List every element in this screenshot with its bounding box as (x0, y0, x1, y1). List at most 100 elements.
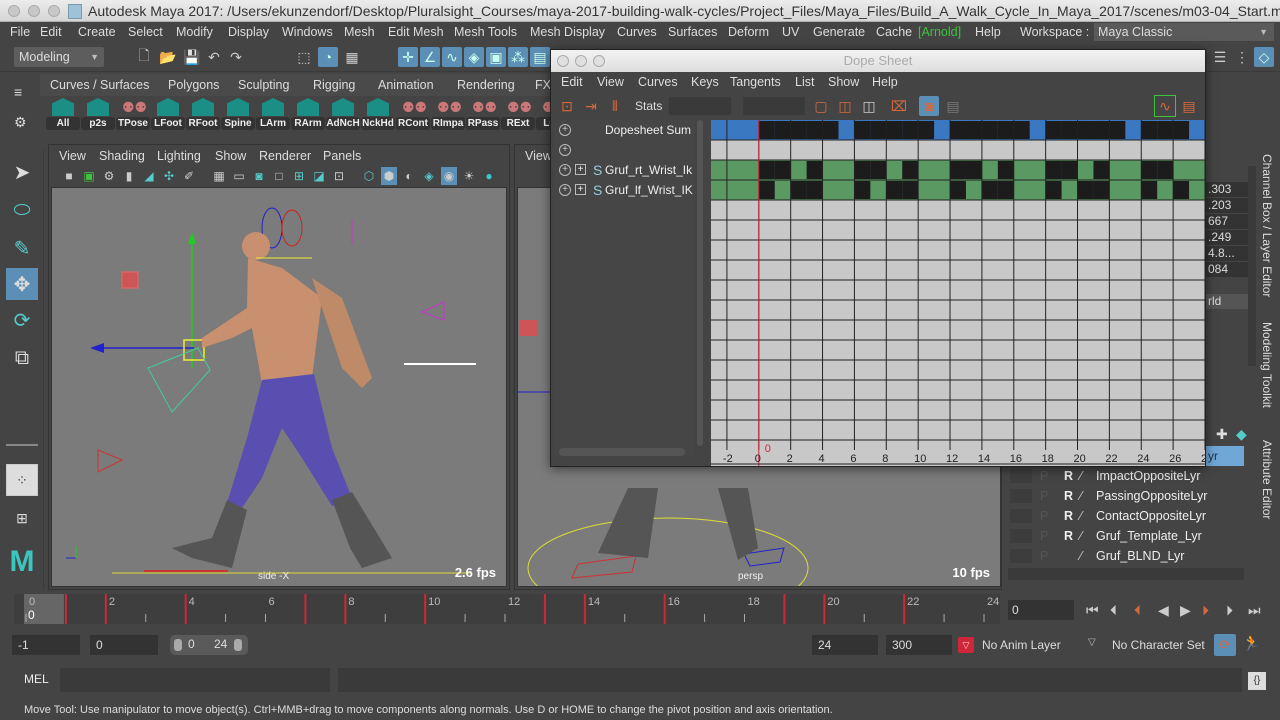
ds-menu-list[interactable]: List (795, 75, 814, 89)
menu-windows[interactable]: Windows (282, 22, 333, 42)
command-input[interactable] (60, 668, 330, 692)
shelf-button-lfoot[interactable]: LFoot (151, 96, 185, 130)
tab-polygons[interactable]: Polygons (168, 78, 219, 92)
script-editor-icon[interactable]: {} (1248, 672, 1266, 690)
shelf-button-spine[interactable]: Spine (221, 96, 255, 130)
vp-menu-view[interactable]: View (59, 149, 86, 163)
expand-plus-icon[interactable]: + (559, 164, 571, 176)
ds-row-empty[interactable]: + (555, 140, 695, 160)
tab-modeling-toolkit[interactable]: Modeling Toolkit (1260, 322, 1274, 408)
menu-mesh[interactable]: Mesh (344, 22, 375, 42)
shelf-button-tpose[interactable]: ⚉⚉ TPose (116, 96, 150, 130)
insert-key-tool-icon[interactable]: ⫴ (605, 96, 625, 116)
image-plane-icon[interactable]: ◢ (141, 167, 157, 185)
range-end-handle[interactable] (234, 639, 242, 651)
snap-point-icon[interactable]: ∿ (442, 47, 462, 67)
channel-box-toggle-icon[interactable]: ◇ (1254, 47, 1274, 67)
save-scene-icon[interactable]: 💾 (182, 47, 202, 67)
menu-arnold[interactable]: [Arnold] (918, 22, 961, 42)
smooth-shade-icon[interactable]: ⬢ (381, 167, 397, 185)
script-language-toggle[interactable]: MEL (24, 672, 49, 686)
character-set-dropdown[interactable]: No Character Set (1106, 635, 1210, 655)
vp-menu-panels[interactable]: Panels (323, 149, 361, 163)
textured-icon[interactable]: ◉ (441, 167, 457, 185)
new-scene-icon[interactable]: 🗋 (134, 47, 154, 67)
dope-sheet-graph[interactable]: 0 -2 0 2 4 6 8 10 12 14 16 18 20 22 24 26 2 (711, 120, 1205, 466)
shelf-button-nckhd[interactable]: NckHd (361, 96, 395, 130)
snap-projected-icon[interactable]: ◈ (464, 47, 484, 67)
layer-reference-toggle[interactable]: R (1064, 486, 1073, 506)
layer-reference-toggle[interactable]: R (1064, 526, 1073, 546)
undo-icon[interactable]: ↶ (204, 47, 224, 67)
play-forwards-icon[interactable]: ▶ (1180, 600, 1191, 620)
ds-menu-curves[interactable]: Curves (638, 75, 678, 89)
open-scene-icon[interactable]: 📂 (158, 47, 178, 67)
lights-icon[interactable]: ☀ (461, 167, 477, 185)
ds-menu-view[interactable]: View (597, 75, 624, 89)
anim-layer-icon[interactable]: ▽ (958, 637, 974, 653)
minimize-window-button[interactable] (575, 55, 587, 67)
zoom-window-button[interactable] (48, 5, 60, 17)
select-hierarchy-icon[interactable]: ⬚ (294, 47, 314, 67)
safe-action-icon[interactable]: ◪ (311, 167, 327, 185)
outliner-vscrollbar[interactable] (697, 120, 703, 446)
tab-rendering[interactable]: Rendering (457, 78, 515, 92)
graph-editor-open-icon[interactable]: ∿ (1154, 95, 1176, 117)
playback-end-field[interactable]: 24 (812, 635, 878, 655)
tab-fx[interactable]: FX (535, 78, 551, 92)
camera-icon[interactable]: ■ (61, 167, 77, 185)
step-back-key-icon[interactable]: ⏴ (1134, 600, 1141, 620)
move-key-tool-icon[interactable]: ⇥ (581, 96, 601, 116)
snap-view-plane-icon[interactable]: ▣ (486, 47, 506, 67)
menu-edit[interactable]: Edit (40, 22, 62, 42)
layer-visibility-toggle[interactable] (1010, 509, 1032, 523)
menu-uv[interactable]: UV (782, 22, 799, 42)
layer-visibility-toggle[interactable] (1010, 549, 1032, 563)
tab-sculpting[interactable]: Sculpting (238, 78, 289, 92)
select-tool-icon[interactable]: ➤ (6, 156, 38, 188)
menu-modify[interactable]: Modify (176, 22, 213, 42)
expand-box-icon[interactable]: + (575, 184, 586, 195)
viewport-side[interactable]: side -X 2.6 fps (51, 187, 507, 587)
grid-icon[interactable]: ▦ (211, 167, 227, 185)
shelf-button-all[interactable]: All (46, 96, 80, 130)
chevron-down-icon[interactable]: ▽ (1088, 637, 1096, 648)
menu-create[interactable]: Create (78, 22, 116, 42)
ds-menu-tangents[interactable]: Tangents (730, 75, 781, 89)
bookmark-icon[interactable]: ▮ (121, 167, 137, 185)
camera-attributes-icon[interactable]: ⚙ (101, 167, 117, 185)
tab-animation[interactable]: Animation (378, 78, 434, 92)
menu-mesh-display[interactable]: Mesh Display (530, 22, 605, 42)
channel-value[interactable]: 084 (1206, 262, 1248, 277)
shelf-button-rfoot[interactable]: RFoot (186, 96, 220, 130)
ds-menu-help[interactable]: Help (872, 75, 898, 89)
gate-mask-icon[interactable]: □ (271, 167, 287, 185)
layer-hscrollbar[interactable] (1008, 568, 1244, 580)
time-slider[interactable]: 0 2 4 6 8 10 12 14 16 18 20 22 24 0 (14, 594, 1025, 624)
layer-row[interactable]: P R ⁄ ImpactOppositeLyr (1004, 466, 1244, 486)
resolution-gate-icon[interactable]: ◙ (251, 167, 267, 185)
time-editor-icon[interactable]: ▤ (943, 96, 963, 116)
film-gate-icon[interactable]: ▭ (231, 167, 247, 185)
four-view-layout-icon[interactable]: ⊞ (6, 502, 38, 534)
animation-end-field[interactable]: 300 (886, 635, 952, 655)
input-output-icon[interactable]: ▤ (530, 47, 550, 67)
workspace-dropdown[interactable]: Maya Classic ▼ (1094, 23, 1274, 41)
anim-layer-dropdown[interactable]: No Anim Layer (976, 635, 1076, 655)
lasso-tool-icon[interactable]: ⬭ (6, 194, 38, 226)
ds-row-lf-wrist[interactable]: + + S Gruf_lf_Wrist_IK (555, 180, 695, 200)
shelf-button-rpass[interactable]: ⚉⚉ RPass (466, 96, 500, 130)
trax-editor-icon[interactable]: ▤ (1179, 96, 1199, 116)
current-frame-field[interactable]: 0 (1008, 600, 1074, 620)
menuset-dropdown[interactable]: Modeling ▼ (14, 47, 104, 67)
layer-playback-toggle[interactable]: P (1040, 546, 1048, 566)
spline-tangent-icon[interactable]: ◫ (835, 96, 855, 116)
channel-box-scrollbar[interactable] (1248, 166, 1256, 366)
ds-menu-show[interactable]: Show (828, 75, 859, 89)
ds-menu-edit[interactable]: Edit (561, 75, 583, 89)
2d-pan-zoom-icon[interactable]: ✣ (161, 167, 177, 185)
range-slider[interactable]: 0 24 (170, 635, 248, 655)
channel-value[interactable]: .303 (1206, 182, 1248, 197)
shelf-button-rimpa[interactable]: ⚉⚉ RImpa (431, 96, 465, 130)
vp-menu-show[interactable]: Show (215, 149, 246, 163)
